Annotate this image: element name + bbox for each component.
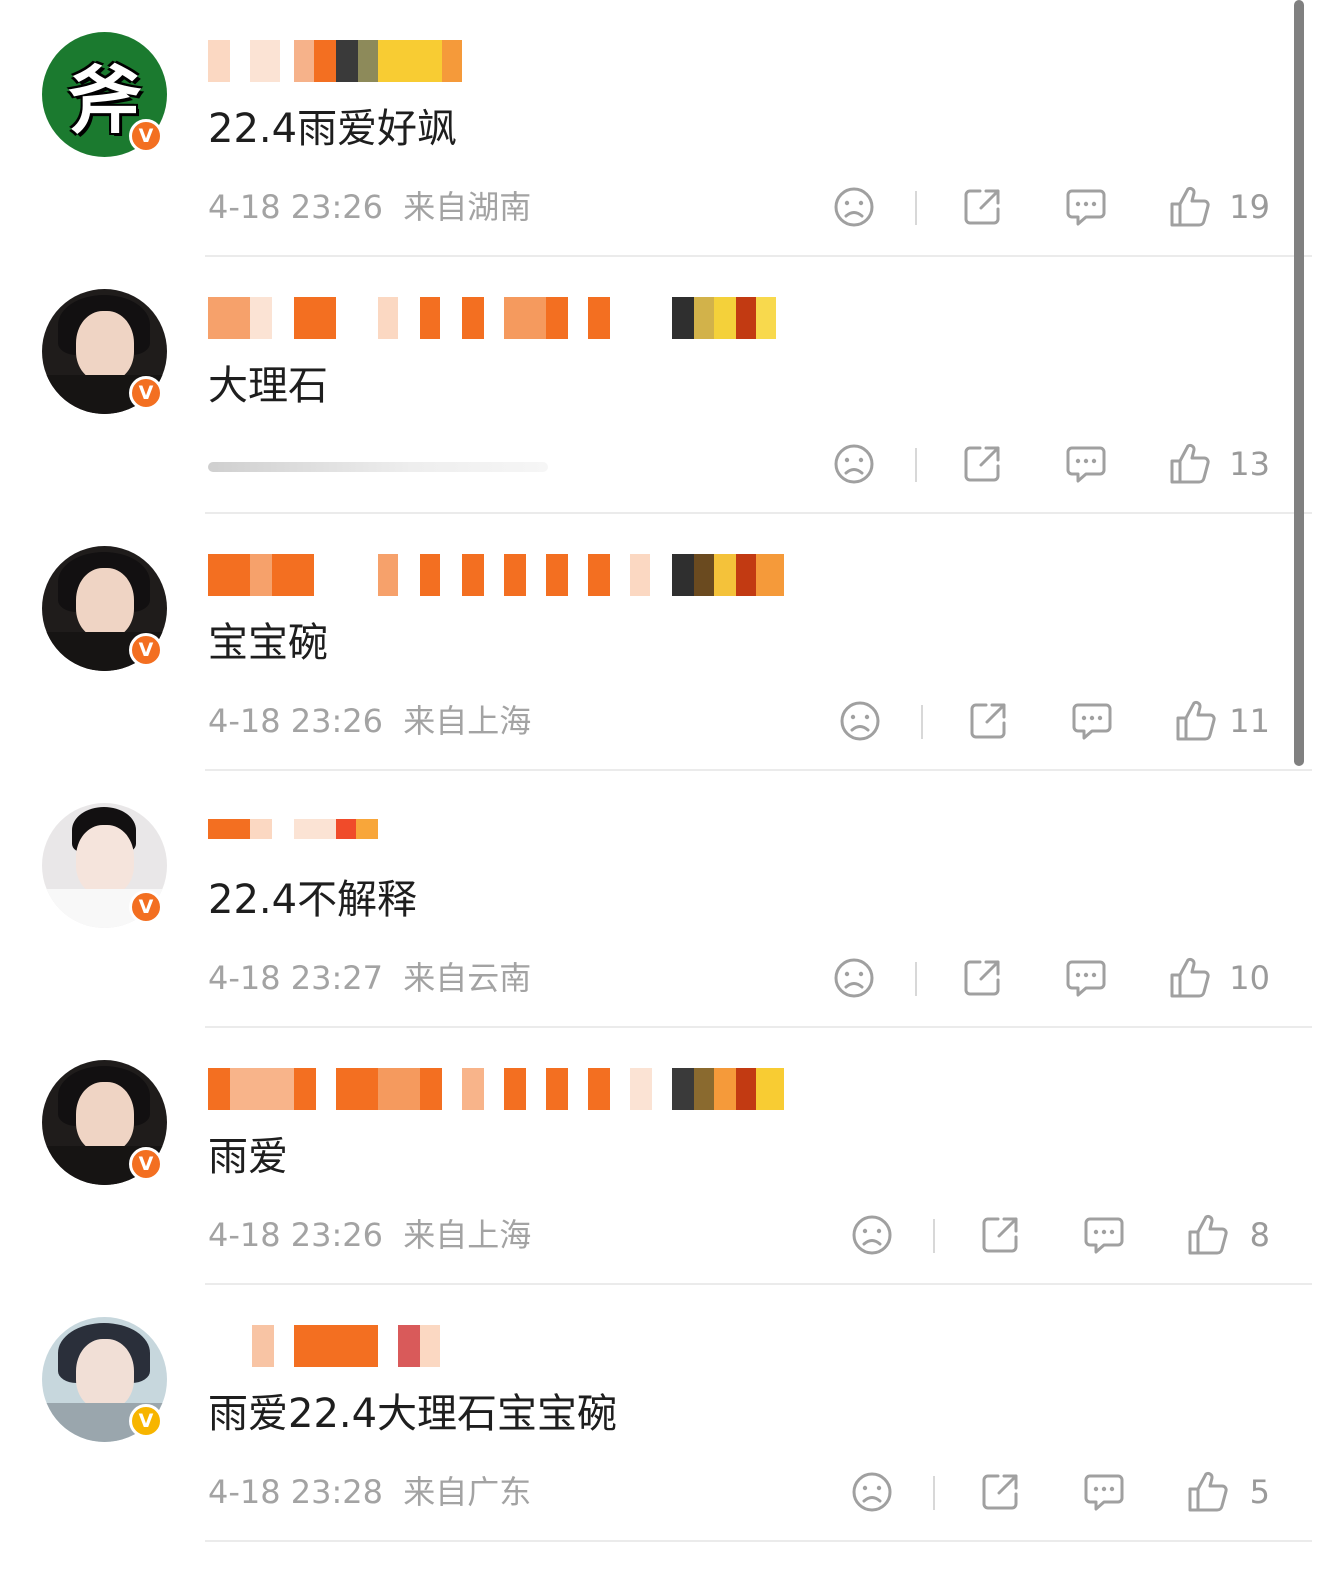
action-separator <box>915 191 917 225</box>
comment-item: V 22.4不解释 4-18 23:27 来自云南 10 <box>0 771 1312 1028</box>
comment-bubble-icon[interactable] <box>1062 440 1110 488</box>
username-pixelated[interactable] <box>208 1325 788 1367</box>
share-icon[interactable] <box>958 954 1006 1002</box>
thumbs-up-icon[interactable] <box>1184 1468 1232 1516</box>
action-row: 13 <box>0 440 1312 488</box>
username-pixelated[interactable] <box>208 554 788 596</box>
username-pixelated[interactable] <box>208 819 788 839</box>
like-count: 19 <box>1229 188 1270 226</box>
action-row: 11 <box>0 697 1312 745</box>
like-count: 10 <box>1229 959 1270 997</box>
sad-face-icon[interactable] <box>848 1211 896 1259</box>
sad-face-icon[interactable] <box>830 954 878 1002</box>
sad-face-icon[interactable] <box>830 440 878 488</box>
action-separator <box>915 962 917 996</box>
verified-badge-icon: V <box>129 890 163 924</box>
share-icon[interactable] <box>964 697 1012 745</box>
comment-text: 大理石 <box>208 363 328 409</box>
comment-item: V 宝宝碗 4-18 23:26 来自上海 11 <box>0 514 1312 771</box>
comment-item: V 大理石 13 <box>0 257 1312 514</box>
comment-item: V 雨爱22.4大理石宝宝碗 4-18 23:28 来自广东 5 <box>0 1285 1312 1542</box>
action-separator <box>921 705 923 739</box>
comment-bubble-icon[interactable] <box>1068 697 1116 745</box>
like-count: 5 <box>1249 1473 1270 1511</box>
comment-bubble-icon[interactable] <box>1062 183 1110 231</box>
share-icon[interactable] <box>958 183 1006 231</box>
action-separator <box>915 448 917 482</box>
thumbs-up-icon[interactable] <box>1166 183 1214 231</box>
sad-face-icon[interactable] <box>830 183 878 231</box>
comment-item: 斧 V 22.4雨爱好飒 4-18 23:26 来自湖南 19 <box>0 0 1312 257</box>
comment-text: 22.4雨爱好飒 <box>208 106 458 152</box>
comment-bubble-icon[interactable] <box>1080 1211 1128 1259</box>
action-row: 8 <box>0 1211 1312 1259</box>
share-icon[interactable] <box>958 440 1006 488</box>
comment-text: 雨爱 <box>208 1134 288 1180</box>
action-separator <box>933 1476 935 1510</box>
divider <box>205 1540 1312 1542</box>
action-separator <box>933 1219 935 1253</box>
comment-feed: 斧 V 22.4雨爱好飒 4-18 23:26 来自湖南 19 V 大理石 13… <box>0 0 1320 1578</box>
like-count: 13 <box>1229 445 1270 483</box>
comment-text: 22.4不解释 <box>208 877 418 923</box>
username-pixelated[interactable] <box>208 297 788 339</box>
thumbs-up-icon[interactable] <box>1166 440 1214 488</box>
verified-badge-icon: V <box>129 376 163 410</box>
scrollbar[interactable] <box>1294 0 1304 766</box>
verified-badge-icon: V <box>129 119 163 153</box>
username-pixelated[interactable] <box>208 1068 788 1110</box>
comment-bubble-icon[interactable] <box>1080 1468 1128 1516</box>
comment-text: 宝宝碗 <box>208 620 328 666</box>
thumbs-up-icon[interactable] <box>1172 697 1220 745</box>
comment-item: V 雨爱 4-18 23:26 来自上海 8 <box>0 1028 1312 1285</box>
verified-badge-icon: V <box>129 1147 163 1181</box>
sad-face-icon[interactable] <box>836 697 884 745</box>
action-row: 19 <box>0 183 1312 231</box>
share-icon[interactable] <box>976 1211 1024 1259</box>
comment-text: 雨爱22.4大理石宝宝碗 <box>208 1391 618 1437</box>
action-row: 10 <box>0 954 1312 1002</box>
like-count: 8 <box>1249 1216 1270 1254</box>
action-row: 5 <box>0 1468 1312 1516</box>
thumbs-up-icon[interactable] <box>1166 954 1214 1002</box>
username-pixelated[interactable] <box>208 40 788 82</box>
verified-badge-icon: V <box>129 1404 163 1438</box>
thumbs-up-icon[interactable] <box>1184 1211 1232 1259</box>
sad-face-icon[interactable] <box>848 1468 896 1516</box>
comment-bubble-icon[interactable] <box>1062 954 1110 1002</box>
like-count: 11 <box>1229 702 1270 740</box>
share-icon[interactable] <box>976 1468 1024 1516</box>
verified-badge-icon: V <box>129 633 163 667</box>
